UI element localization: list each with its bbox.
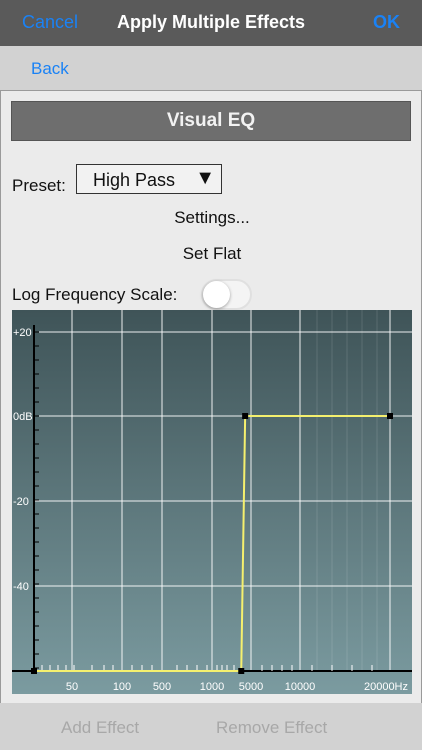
db-axis-label: 0dB bbox=[13, 411, 33, 423]
eq-control-point bbox=[238, 668, 245, 674]
eq-graph[interactable]: +20 0dB -20 -40 50 100 500 1000 5000 10000 20000Hz bbox=[12, 310, 412, 694]
log-frequency-toggle[interactable] bbox=[201, 279, 252, 310]
frequency-axis-label: 20000Hz bbox=[364, 681, 408, 693]
preset-value: High Pass bbox=[93, 170, 176, 190]
set-flat-button[interactable]: Set Flat bbox=[1, 244, 422, 264]
frequency-axis-label: 50 bbox=[66, 681, 78, 693]
eq-control-point bbox=[387, 413, 393, 419]
db-axis-label: +20 bbox=[13, 327, 32, 339]
db-axis-label: -40 bbox=[13, 581, 29, 593]
log-frequency-label: Log Frequency Scale: bbox=[12, 285, 178, 304]
bottom-toolbar: Add Effect Remove Effect bbox=[0, 703, 422, 750]
frequency-axis-label: 10000 bbox=[285, 681, 316, 693]
eq-control-point bbox=[31, 668, 37, 674]
ok-button[interactable]: OK bbox=[373, 12, 400, 33]
triangle-down-icon: ▼ bbox=[195, 167, 215, 189]
frequency-axis-label: 5000 bbox=[239, 681, 263, 693]
back-button[interactable]: Back bbox=[31, 59, 69, 79]
frequency-axis-label: 100 bbox=[113, 681, 131, 693]
navigation-bar: Cancel Apply Multiple Effects OK bbox=[0, 0, 422, 46]
effect-title: Visual EQ bbox=[11, 101, 411, 141]
add-effect-button[interactable]: Add Effect bbox=[61, 718, 139, 738]
settings-button[interactable]: Settings... bbox=[1, 208, 422, 228]
frequency-axis-label: 500 bbox=[153, 681, 171, 693]
cancel-button[interactable]: Cancel bbox=[22, 12, 78, 33]
remove-effect-button[interactable]: Remove Effect bbox=[216, 718, 327, 738]
toggle-knob bbox=[203, 281, 230, 308]
effect-panel: Visual EQ Preset: High Pass ▼ Settings..… bbox=[0, 90, 422, 704]
db-axis-label: -20 bbox=[13, 496, 29, 508]
preset-label: Preset: bbox=[12, 176, 66, 195]
frequency-axis-label: 1000 bbox=[200, 681, 224, 693]
eq-control-point bbox=[242, 413, 249, 419]
back-bar: Back bbox=[0, 46, 422, 90]
preset-dropdown[interactable]: High Pass ▼ bbox=[76, 164, 222, 194]
